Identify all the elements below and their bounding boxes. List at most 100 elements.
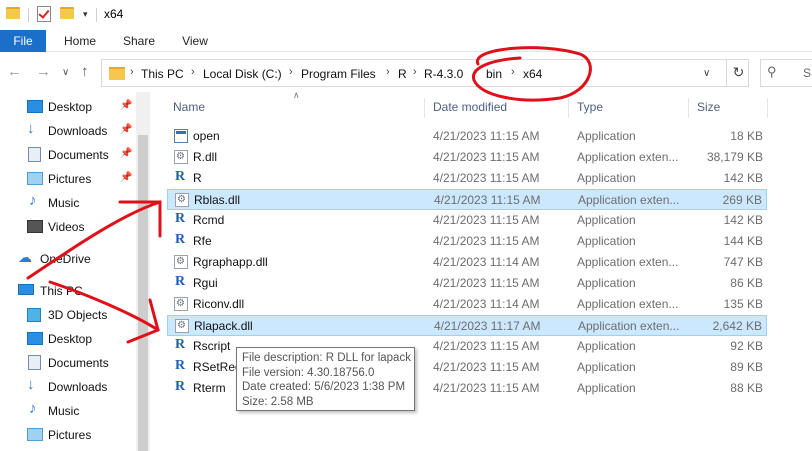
forward-arrow-icon[interactable]: →	[36, 63, 51, 80]
file-date-modified: 4/21/2023 11:15 AM	[433, 150, 540, 164]
music-note-icon: ♪	[29, 400, 37, 417]
file-row[interactable]: Rfe 4/21/2023 11:15 AM Application 144 KB	[167, 231, 767, 252]
sidebar-item-music[interactable]: ♪ Music	[0, 192, 135, 214]
sidebar-item-desktop[interactable]: Desktop 📌	[0, 96, 135, 118]
tooltip-description: File description: R DLL for lapack	[242, 352, 411, 364]
file-row[interactable]: Rcmd 4/21/2023 11:15 AM Application 142 KB	[167, 210, 767, 231]
sidebar-item-documents[interactable]: Documents 📌	[0, 144, 135, 166]
tab-share[interactable]: Share	[112, 30, 166, 52]
file-size: 38,179 KB	[706, 150, 763, 164]
file-name: Rcmd	[193, 213, 225, 227]
tab-file[interactable]: File	[0, 30, 46, 52]
chevron-down-icon[interactable]: ∨	[703, 68, 710, 79]
chevron-right-icon[interactable]: ›	[474, 66, 478, 78]
toolbar-separator	[96, 8, 97, 22]
tab-view[interactable]: View	[170, 30, 220, 52]
pin-icon: 📌	[120, 148, 133, 159]
column-name[interactable]: Name	[173, 100, 205, 114]
scrollbar-thumb[interactable]	[138, 135, 148, 451]
column-type[interactable]: Type	[577, 100, 603, 114]
pin-icon: 📌	[120, 100, 133, 111]
new-folder-icon[interactable]	[60, 7, 74, 19]
r-app-icon	[172, 337, 190, 355]
file-date-modified: 4/21/2023 11:15 AM	[434, 193, 541, 207]
chevron-right-icon[interactable]: ›	[191, 66, 195, 78]
column-divider[interactable]	[424, 98, 425, 118]
sidebar-item-desktop[interactable]: Desktop	[0, 328, 135, 350]
tab-home[interactable]: Home	[52, 30, 108, 52]
file-row[interactable]: Riconv.dll 4/21/2023 11:14 AM Application …	[167, 294, 767, 315]
file-row[interactable]: Rgraphapp.dll 4/21/2023 11:14 AM Applicati…	[167, 252, 767, 273]
column-size[interactable]: Size	[697, 100, 720, 114]
column-divider[interactable]	[568, 98, 569, 118]
r-app-icon	[172, 211, 190, 229]
back-arrow-icon[interactable]: ←	[7, 63, 22, 80]
chevron-right-icon[interactable]: ›	[386, 66, 390, 78]
file-date-modified: 4/21/2023 11:15 AM	[433, 381, 540, 395]
column-divider[interactable]	[767, 98, 768, 118]
sort-ascending-icon: ∧	[293, 90, 300, 100]
cloud-icon: ☁	[18, 249, 32, 265]
chevron-right-icon[interactable]: ›	[511, 66, 515, 78]
breadcrumb-x64[interactable]: x64	[523, 67, 542, 81]
sidebar-item-pictures[interactable]: Pictures	[0, 424, 135, 446]
download-arrow-icon: ↓	[27, 120, 35, 137]
file-type: Application exten...	[578, 319, 680, 333]
folder-icon	[109, 67, 125, 80]
sidebar-item-pictures[interactable]: Pictures 📌	[0, 168, 135, 190]
sidebar-item-label: Pictures	[48, 172, 92, 186]
file-row[interactable]: Rgui 4/21/2023 11:15 AM Application 86 KB	[167, 273, 767, 294]
file-row[interactable]: open 4/21/2023 11:15 AM Application 18 KB	[167, 126, 767, 147]
column-date-modified[interactable]: Date modified	[433, 100, 507, 114]
sidebar-item-downloads[interactable]: ↓ Downloads	[0, 376, 135, 398]
pin-icon: 📌	[120, 172, 133, 183]
sidebar-item-videos[interactable]: Videos	[0, 216, 135, 238]
download-arrow-icon: ↓	[27, 376, 35, 393]
music-note-icon: ♪	[29, 192, 37, 209]
dll-file-icon	[174, 297, 188, 311]
file-size: 92 KB	[730, 339, 763, 353]
sidebar-item-music[interactable]: ♪ Music	[0, 400, 135, 422]
file-row[interactable]: R.dll 4/21/2023 11:15 AM Application exten…	[167, 147, 767, 168]
file-name: RSetReg	[193, 360, 242, 374]
sidebar-item-downloads[interactable]: ↓ Downloads 📌	[0, 120, 135, 142]
r-app-icon	[172, 169, 190, 187]
recent-locations-icon[interactable]: ∨	[62, 67, 69, 78]
tooltip-date-created: Date created: 5/6/2023 1:38 PM	[242, 381, 406, 393]
chevron-right-icon[interactable]: ›	[413, 66, 417, 78]
file-row[interactable]: Rlapack.dll 4/21/2023 11:17 AM Application…	[167, 315, 767, 336]
chevron-right-icon[interactable]: ›	[130, 66, 134, 78]
desktop-icon	[27, 100, 43, 113]
breadcrumb-local-disk[interactable]: Local Disk (C:)	[203, 67, 282, 81]
refresh-icon[interactable]: ↻	[726, 59, 750, 87]
breadcrumb-r-version[interactable]: R-4.3.0	[424, 67, 463, 81]
sidebar-item-documents[interactable]: Documents	[0, 352, 135, 374]
sidebar-item-onedrive[interactable]: ☁ OneDrive	[0, 248, 135, 270]
chevron-right-icon[interactable]: ›	[289, 66, 293, 78]
sidebar-item-3d-objects[interactable]: 3D Objects	[0, 304, 135, 326]
file-row[interactable]: R 4/21/2023 11:15 AM Application 142 KB	[167, 168, 767, 189]
sidebar-item-this-pc[interactable]: This PC	[0, 280, 135, 302]
r-app-icon	[172, 379, 190, 397]
application-icon	[174, 129, 188, 143]
file-type: Application	[577, 360, 636, 374]
file-row[interactable]: Rblas.dll 4/21/2023 11:15 AM Application e…	[167, 189, 767, 210]
file-size: 135 KB	[723, 297, 763, 311]
breadcrumb-this-pc[interactable]: This PC	[141, 67, 184, 81]
file-type: Application exten...	[577, 255, 679, 269]
dll-file-icon	[174, 150, 188, 164]
address-bar[interactable]: › This PC › Local Disk (C:) › Program Fi…	[101, 59, 749, 87]
toolbar-separator	[28, 8, 29, 22]
file-name: Rgui	[193, 276, 218, 290]
column-divider[interactable]	[688, 98, 689, 118]
up-arrow-icon[interactable]: ↑	[81, 63, 89, 80]
breadcrumb-r[interactable]: R	[398, 67, 407, 81]
breadcrumb-program-files[interactable]: Program Files	[301, 67, 376, 81]
search-box[interactable]: ⚲ S	[760, 59, 812, 87]
breadcrumb-bin[interactable]: bin	[486, 67, 502, 81]
file-date-modified: 4/21/2023 11:15 AM	[433, 213, 540, 227]
customize-toolbar-icon[interactable]: ▾	[83, 9, 88, 20]
sidebar-item-label: Desktop	[48, 332, 93, 346]
properties-icon[interactable]	[37, 6, 51, 22]
file-type: Application	[577, 339, 636, 353]
